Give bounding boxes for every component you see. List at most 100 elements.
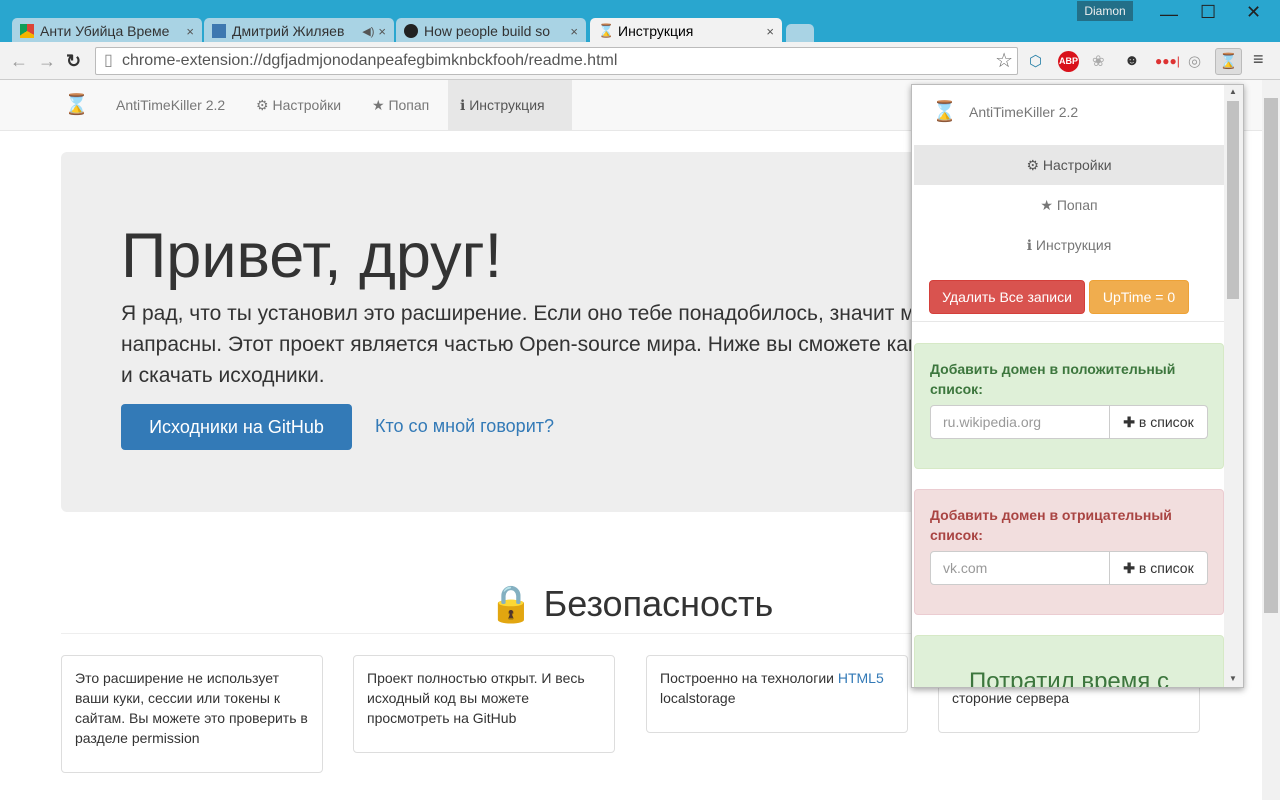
time-spent-panel: Потратил время с [914, 635, 1224, 687]
card: Построенно на технологии HTML5 localstor… [646, 655, 908, 733]
lock-icon: 🔒 [488, 583, 534, 624]
plus-icon: ✚ [1123, 560, 1139, 576]
negative-domain-input[interactable]: vk.com [930, 551, 1110, 585]
popup-item-label: Попап [1056, 197, 1098, 213]
negative-list-panel: Добавить домен в отрицательный список: v… [914, 489, 1224, 615]
popup-item-settings[interactable]: ⚙ Настройки [914, 145, 1224, 185]
star-icon: ★ [1040, 197, 1057, 213]
page-scrollbar[interactable] [1262, 80, 1280, 800]
nav-item-settings[interactable]: ⚙ Настройки [244, 80, 353, 130]
uptime-button[interactable]: UpTime = 0 [1089, 280, 1189, 314]
who-link[interactable]: Кто со мной говорит? [375, 416, 554, 437]
add-label: в список [1138, 414, 1194, 430]
nav-label: Попап [388, 97, 430, 113]
chrome-store-icon [20, 24, 34, 38]
tab-title: Инструкция [618, 23, 694, 39]
close-icon[interactable]: × [766, 24, 774, 39]
card-text: стороние сервера [952, 690, 1070, 706]
card-text: Проект полностью открыт. И весь исходный… [367, 670, 585, 726]
page-title: Привет, друг! [121, 221, 503, 291]
popup-item-label: Инструкция [1035, 237, 1112, 253]
tab-title: How people build so [424, 23, 551, 39]
forward-icon[interactable]: → [38, 51, 56, 72]
browser-toolbar: ← → ↻ ▯ chrome-extension://dgfjadmjonodan… [0, 42, 1280, 80]
extension-icon[interactable]: ⬡ [1029, 52, 1042, 70]
section-title: Безопасность [543, 583, 774, 624]
nav-label: Настройки [272, 97, 342, 113]
positive-list-panel: Добавить домен в положительный список: r… [914, 343, 1224, 469]
hourglass-icon: ⌛ [932, 101, 957, 123]
scrollbar-thumb[interactable] [1227, 101, 1239, 299]
minimize-icon[interactable]: — [1160, 4, 1178, 25]
video-icon [212, 24, 226, 38]
add-label: в список [1138, 560, 1194, 576]
paw-icon[interactable]: ❀ [1092, 52, 1105, 70]
brand-hourglass-icon[interactable]: ⌛ [52, 80, 101, 130]
add-positive-button[interactable]: ✚ в список [1109, 405, 1208, 439]
hourglass-icon: ⌛ [598, 23, 615, 38]
card: Это расширение не использует ваши куки, … [61, 655, 323, 773]
popup-item-instructions[interactable]: ℹ Инструкция [914, 225, 1224, 265]
star-icon: ★ [372, 97, 389, 113]
card-text: Построенно на технологии [660, 670, 838, 686]
address-bar[interactable]: ▯ chrome-extension://dgfjadmjonodanpeafeg… [95, 47, 1018, 75]
close-window-icon[interactable]: ✕ [1246, 2, 1261, 23]
popup-item-label: Настройки [1042, 157, 1112, 173]
close-icon[interactable]: × [570, 24, 578, 39]
info-icon: ℹ [1026, 237, 1036, 253]
profile-button[interactable]: Diamon [1077, 1, 1133, 21]
scroll-up-icon[interactable]: ▲ [1229, 87, 1237, 96]
nav-item-instructions[interactable]: ℹ Инструкция [448, 80, 572, 130]
card-text: Это расширение не использует ваши куки, … [75, 670, 308, 746]
gear-icon: ⚙ [1026, 157, 1043, 173]
html5-link[interactable]: HTML5 [838, 670, 884, 686]
plus-icon: ✚ [1123, 414, 1139, 430]
gear-icon: ⚙ [256, 97, 273, 113]
divider [912, 321, 1224, 322]
close-icon[interactable]: × [186, 24, 194, 39]
scroll-down-icon[interactable]: ▼ [1229, 674, 1237, 683]
time-spent-heading: Потратил время с [969, 668, 1169, 687]
abp-icon[interactable]: ABP [1058, 51, 1079, 72]
panda-icon[interactable]: ☻ [1124, 52, 1140, 69]
close-icon[interactable]: × [378, 24, 386, 39]
popup-brand[interactable]: ⌛ AntiTimeKiller 2.2 [912, 85, 1224, 143]
back-icon[interactable]: ← [10, 51, 28, 72]
scrollbar-thumb[interactable] [1264, 98, 1278, 613]
extension-popup: ⌛ AntiTimeKiller 2.2 ⚙ Настройки ★ Попап … [911, 84, 1244, 688]
add-negative-button[interactable]: ✚ в список [1109, 551, 1208, 585]
speaker-icon[interactable]: ◀) [362, 25, 374, 38]
tab-active[interactable]: ⌛ Инструкция × [590, 18, 782, 44]
popup-scrollbar[interactable]: ▲ ▼ [1224, 85, 1243, 687]
tab-title: Дмитрий Жиляев [232, 23, 345, 39]
nav-label: Инструкция [469, 97, 545, 113]
nav-item-popup[interactable]: ★ Попап [360, 80, 441, 130]
card-text: localstorage [660, 690, 736, 706]
tab-title: Анти Убийца Време [40, 23, 170, 39]
tab[interactable]: How people build so × [396, 18, 586, 44]
popup-item-popup[interactable]: ★ Попап [914, 185, 1224, 225]
dots-icon[interactable]: ●●●| [1155, 54, 1180, 68]
hourglass-extension-button[interactable]: ⌛ [1215, 48, 1242, 75]
github-icon [404, 24, 418, 38]
leaf-icon[interactable]: ◎ [1188, 52, 1201, 70]
panel-label: Добавить домен в отрицательный список: [930, 507, 1172, 543]
title-bar: Анти Убийца Време × Дмитрий Жиляев ◀) × How… [0, 0, 1280, 44]
maximize-icon[interactable]: ☐ [1200, 2, 1216, 23]
reload-icon[interactable]: ↻ [66, 51, 81, 72]
tab[interactable]: Дмитрий Жиляев ◀) × [204, 18, 394, 44]
url-text: chrome-extension://dgfjadmjonodanpeafegb… [122, 52, 618, 69]
github-button[interactable]: Исходники на GitHub [121, 404, 352, 450]
popup-brand-text: AntiTimeKiller 2.2 [969, 104, 1079, 120]
menu-icon[interactable]: ≡ [1253, 49, 1264, 70]
bookmark-star-icon[interactable]: ☆ [995, 48, 1013, 74]
navbar-brand[interactable]: AntiTimeKiller 2.2 [104, 80, 237, 130]
card: Проект полностью открыт. И весь исходный… [353, 655, 615, 753]
positive-domain-input[interactable]: ru.wikipedia.org [930, 405, 1110, 439]
tab[interactable]: Анти Убийца Време × [12, 18, 202, 44]
panel-label: Добавить домен в положительный список: [930, 361, 1176, 397]
new-tab-button[interactable] [786, 24, 814, 42]
delete-all-button[interactable]: Удалить Все записи [929, 280, 1085, 314]
info-icon: ℹ [460, 97, 470, 113]
page-icon: ▯ [104, 52, 113, 69]
